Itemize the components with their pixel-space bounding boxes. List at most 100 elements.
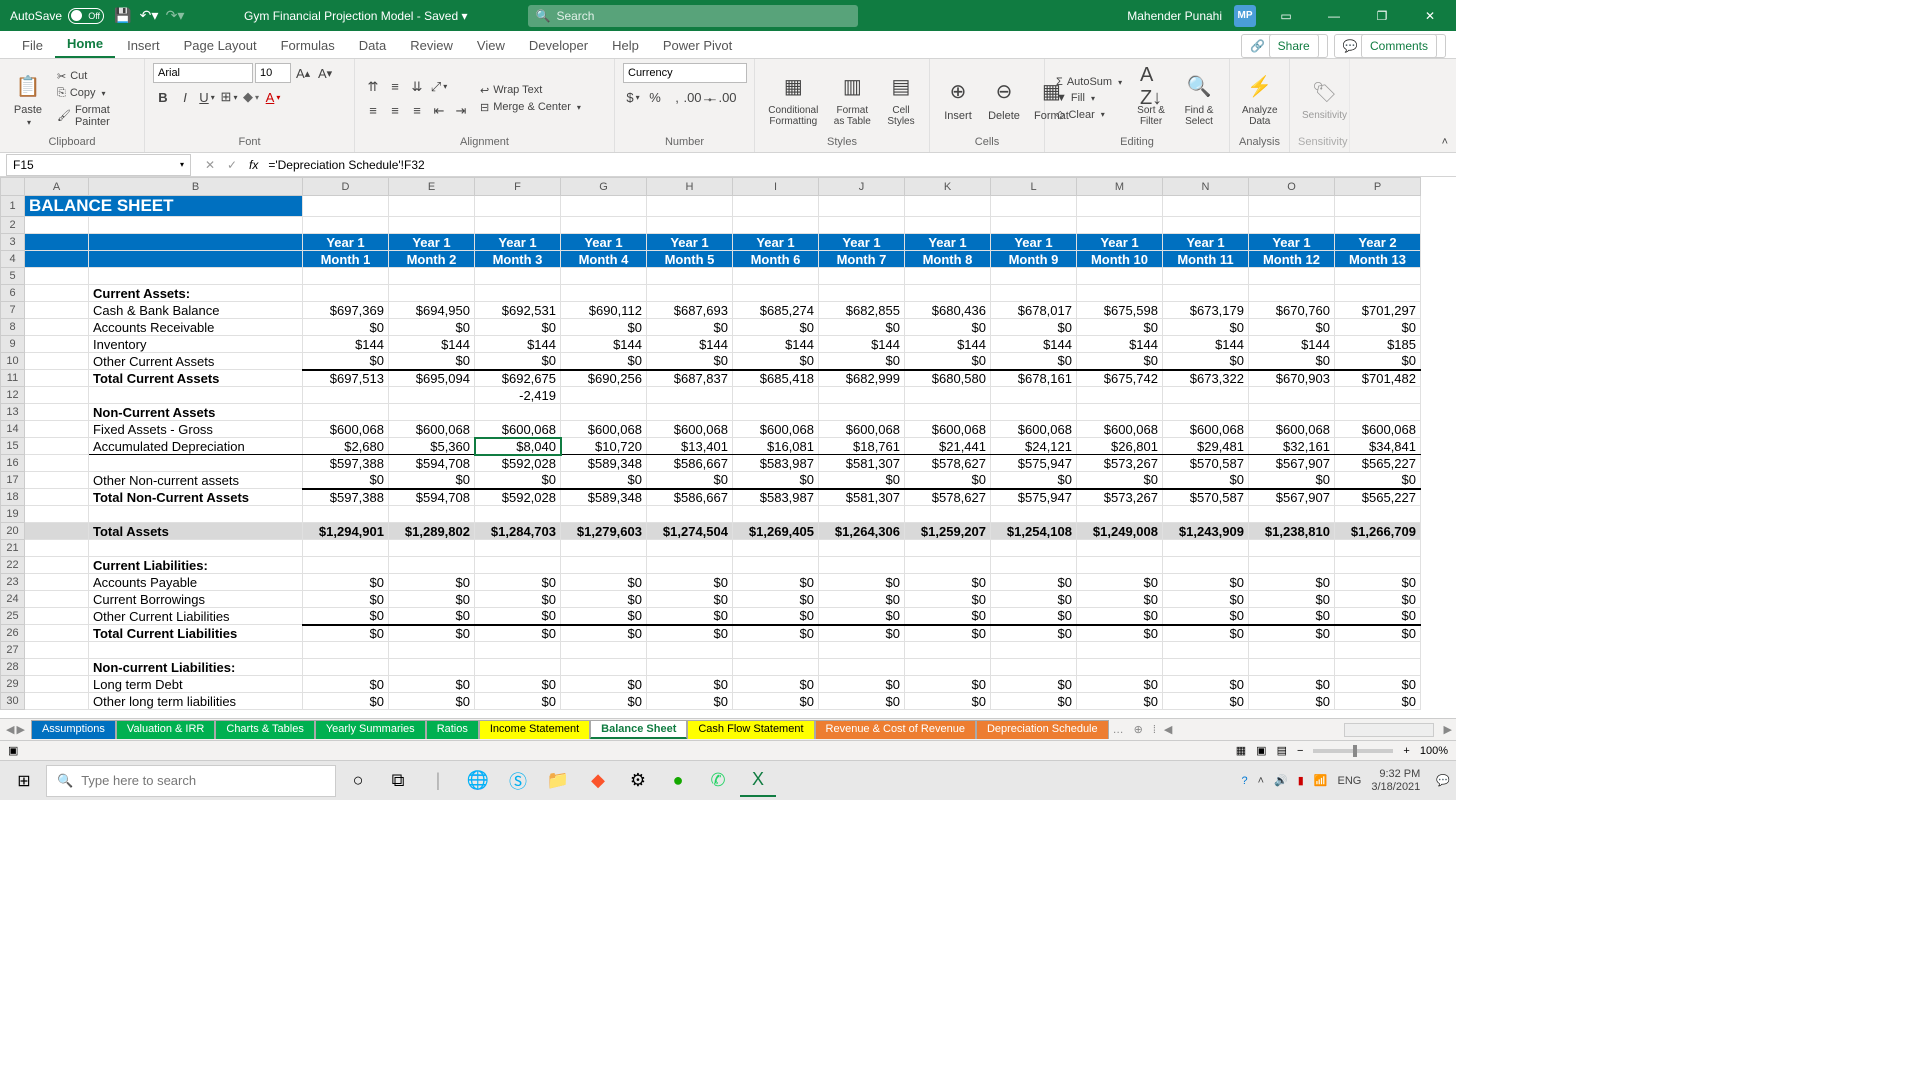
font-color-button[interactable]: A▾ [263,87,283,107]
row-header-9[interactable]: 9 [1,336,25,353]
row-header-21[interactable]: 21 [1,540,25,557]
sheet-tab[interactable]: Assumptions [31,720,116,739]
zoom-level[interactable]: 100% [1420,745,1448,757]
upwork-icon[interactable]: ● [660,765,696,797]
record-macro-icon[interactable]: ▣ [8,744,18,757]
whatsapp-icon[interactable]: ✆ [700,765,736,797]
copy-button[interactable]: ⎘Copy▾ [54,86,136,101]
chevron-down-icon[interactable]: ▾ [180,160,184,169]
autosave-toggle[interactable]: Off [68,8,104,24]
increase-font-icon[interactable]: A▴ [293,63,313,83]
new-sheet-icon[interactable]: ⊕ [1128,723,1149,736]
align-top-icon[interactable]: ⇈ [363,77,383,97]
col-header-F[interactable]: F [475,178,561,196]
scroll-left-icon[interactable]: ◀ [1160,723,1176,736]
fx-icon[interactable]: fx [249,158,258,172]
cortana-icon[interactable]: ○ [340,765,376,797]
row-header-20[interactable]: 20 [1,523,25,540]
tabs-more-icon[interactable]: … [1109,724,1128,736]
percent-icon[interactable]: % [645,87,665,107]
view-layout-icon[interactable]: ▣ [1256,744,1266,757]
zoom-slider[interactable] [1313,749,1393,753]
indent-dec-icon[interactable]: ⇤ [429,101,449,121]
row-header-27[interactable]: 27 [1,642,25,659]
sound-icon[interactable]: 🔊 [1274,774,1288,787]
indent-inc-icon[interactable]: ⇥ [451,101,471,121]
lang-indicator[interactable]: ENG [1338,775,1362,787]
excel-icon[interactable]: X [740,765,776,797]
undo-icon[interactable]: ↶▾ [140,7,158,25]
align-middle-icon[interactable]: ≡ [385,77,405,97]
document-title[interactable]: Gym Financial Projection Model - Saved ▾ [244,9,467,23]
row-header-25[interactable]: 25 [1,608,25,625]
clock[interactable]: 9:32 PM 3/18/2021 [1371,768,1420,792]
row-header-18[interactable]: 18 [1,489,25,506]
view-normal-icon[interactable]: ▦ [1236,744,1246,757]
zoom-in-icon[interactable]: + [1403,745,1409,757]
maximize-icon[interactable]: ❐ [1364,0,1400,31]
col-header-P[interactable]: P [1335,178,1421,196]
italic-button[interactable]: I [175,87,195,107]
worksheet[interactable]: ABDEFGHIJKLMNOP1BALANCE SHEET23Year 1Yea… [0,177,1456,718]
tab-data[interactable]: Data [347,33,398,58]
sheet-tab[interactable]: Cash Flow Statement [687,720,814,739]
sheet-tab[interactable]: Valuation & IRR [116,720,215,739]
sheet-tab[interactable]: Income Statement [479,720,590,739]
tab-prev-icon[interactable]: ◀ [6,723,14,736]
tab-power-pivot[interactable]: Power Pivot [651,33,744,58]
tab-next-icon[interactable]: ▶ [16,723,24,736]
autosave[interactable]: AutoSave Off [10,8,104,24]
row-header-28[interactable]: 28 [1,659,25,676]
fill-button[interactable]: ▼Fill▾ [1053,91,1125,105]
close-icon[interactable]: ✕ [1412,0,1448,31]
clear-button[interactable]: ◇Clear▾ [1053,107,1125,122]
tab-review[interactable]: Review [398,33,465,58]
task-view-icon[interactable]: ⧉ [380,765,416,797]
format-painter-button[interactable]: 🖌Format Painter [54,103,136,129]
font-name-input[interactable] [153,63,253,83]
wifi-icon[interactable]: 📶 [1314,774,1328,787]
delete-cells-button[interactable]: ⊖Delete [984,74,1024,124]
view-pagebreak-icon[interactable]: ▤ [1277,744,1287,757]
tab-home[interactable]: Home [55,31,115,58]
col-header-M[interactable]: M [1077,178,1163,196]
row-header-10[interactable]: 10 [1,353,25,370]
redo-icon[interactable]: ↷▾ [166,7,184,25]
analyze-data-button[interactable]: ⚡Analyze Data [1238,69,1282,129]
collapse-ribbon-icon[interactable]: ˄ [1442,136,1448,148]
sheet-tab[interactable]: Balance Sheet [590,720,687,739]
tab-formulas[interactable]: Formulas [269,33,347,58]
row-header-13[interactable]: 13 [1,404,25,421]
number-format-select[interactable] [623,63,747,83]
avatar[interactable]: MP [1234,5,1256,27]
enter-formula-icon[interactable]: ✓ [223,158,241,172]
row-header-23[interactable]: 23 [1,574,25,591]
save-icon[interactable]: 💾 [114,7,132,25]
minimize-icon[interactable]: — [1316,0,1352,31]
align-left-icon[interactable]: ≡ [363,101,383,121]
taskbar-search[interactable]: 🔍Type here to search [46,765,336,797]
col-header-I[interactable]: I [733,178,819,196]
network-icon[interactable]: ▮ [1298,774,1304,787]
row-header-11[interactable]: 11 [1,370,25,387]
bold-button[interactable]: B [153,87,173,107]
autosum-button[interactable]: ΣAutoSum▾ [1053,75,1125,89]
dec-decimal-icon[interactable]: ←.00 [711,87,731,107]
col-header-O[interactable]: O [1249,178,1335,196]
tab-view[interactable]: View [465,33,517,58]
user-name[interactable]: Mahender Punahi [1127,9,1222,23]
col-header-N[interactable]: N [1163,178,1249,196]
conditional-formatting-button[interactable]: ▦Conditional Formatting [763,69,824,129]
font-size-input[interactable] [255,63,291,83]
cut-button[interactable]: ✂Cut [54,69,136,84]
underline-button[interactable]: U▾ [197,87,217,107]
row-header-12[interactable]: 12 [1,387,25,404]
row-header-16[interactable]: 16 [1,455,25,472]
align-right-icon[interactable]: ≡ [407,101,427,121]
skype-icon[interactable]: Ⓢ [500,765,536,797]
sensitivity-button[interactable]: 🏷Sensitivity [1298,74,1351,123]
cancel-formula-icon[interactable]: ✕ [201,158,219,172]
row-header-26[interactable]: 26 [1,625,25,642]
format-as-table-button[interactable]: ▥Format as Table [830,69,875,129]
sheet-tab[interactable]: Charts & Tables [215,720,314,739]
